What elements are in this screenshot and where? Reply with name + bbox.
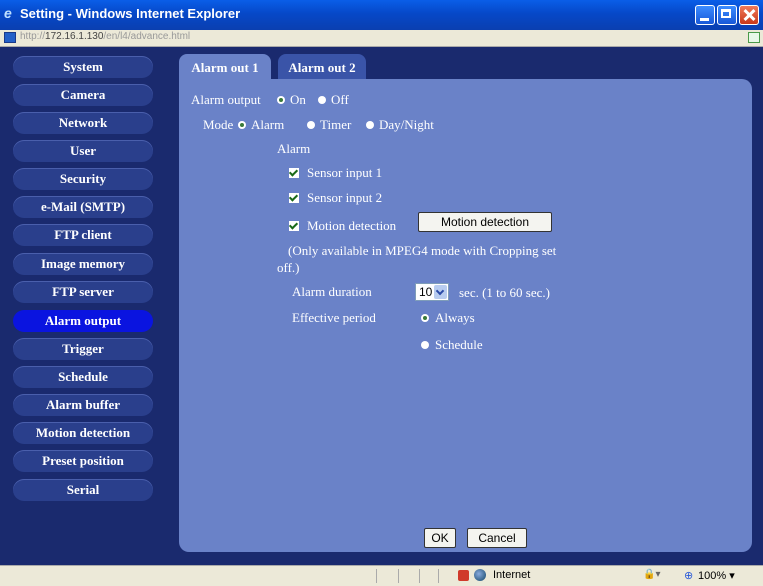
note-line-1: (Only available in MPEG4 mode with Cropp… [288, 243, 557, 258]
sidebar-item-schedule[interactable]: Schedule [13, 366, 153, 388]
mode-alarm-radio[interactable] [238, 121, 246, 129]
effective-period-label: Effective period [292, 310, 376, 325]
window-title-bar: e Setting - Windows Internet Explorer [0, 0, 763, 30]
sensor-input-2-checkbox[interactable] [289, 193, 299, 203]
sidebar-item-ftp-client[interactable]: FTP client [13, 224, 153, 246]
sidebar-item-email[interactable]: e-Mail (SMTP) [13, 196, 153, 218]
security-icon[interactable]: 🔒▾ [643, 569, 660, 580]
period-always-label[interactable]: Always [435, 310, 475, 326]
cancel-button[interactable]: Cancel [467, 528, 527, 548]
period-schedule-label[interactable]: Schedule [435, 337, 483, 353]
url-host: 172.16.1.130 [45, 31, 104, 42]
status-divider [438, 569, 439, 583]
alarm-output-on-radio[interactable] [277, 96, 285, 104]
maximize-button[interactable] [717, 5, 737, 25]
security-zone[interactable]: Internet [493, 569, 530, 581]
alarm-output-on-label[interactable]: On [290, 92, 306, 108]
page-icon [4, 32, 16, 43]
status-divider [419, 569, 420, 583]
sidebar-item-serial[interactable]: Serial [13, 479, 153, 501]
alarm-duration-select[interactable]: 10 [415, 283, 449, 301]
feed-icon[interactable] [748, 32, 760, 43]
close-button[interactable] [739, 5, 759, 25]
minimize-button[interactable] [695, 5, 715, 25]
tab-alarm-out-1[interactable]: Alarm out 1 [179, 54, 271, 79]
tab-alarm-out-2[interactable]: Alarm out 2 [278, 54, 366, 79]
zoom-value: 100% [698, 570, 727, 582]
alarm-output-label: Alarm output [191, 92, 261, 107]
period-always-radio[interactable] [421, 314, 429, 322]
sensor-input-1-label[interactable]: Sensor input 1 [307, 165, 382, 181]
sensor-input-1-checkbox[interactable] [289, 168, 299, 178]
mode-daynight-radio[interactable] [366, 121, 374, 129]
zoom-level[interactable]: 100% ▾ [698, 569, 735, 582]
sidebar-item-system[interactable]: System [13, 56, 153, 78]
sidebar-item-alarm-buffer[interactable]: Alarm buffer [13, 394, 153, 416]
sensor-input-2-label[interactable]: Sensor input 2 [307, 190, 382, 206]
address-bar[interactable]: http://172.16.1.130/en/l4/advance.html [0, 30, 763, 47]
status-divider [376, 569, 377, 583]
sidebar-item-security[interactable]: Security [13, 168, 153, 190]
url-path: /en/l4/advance.html [103, 31, 191, 42]
period-schedule-radio[interactable] [421, 341, 429, 349]
settings-panel: Alarm output On Off Mode Alarm Timer Day… [179, 79, 752, 552]
sidebar-item-network[interactable]: Network [13, 112, 153, 134]
status-bar: Internet 🔒▾ ⊕ 100% ▾ [0, 565, 763, 586]
zoom-icon: ⊕ [684, 570, 694, 582]
sidebar-item-user[interactable]: User [13, 140, 153, 162]
url-prefix: http:// [20, 31, 46, 42]
sidebar-item-alarm-output[interactable]: Alarm output [13, 310, 153, 332]
ok-button[interactable]: OK [424, 528, 456, 548]
blocked-content-icon[interactable] [458, 570, 469, 581]
sidebar-item-preset-position[interactable]: Preset position [13, 450, 153, 472]
alarm-duration-value: 10 [419, 285, 433, 299]
page-bottom [0, 556, 763, 565]
alarm-section-label: Alarm [277, 141, 311, 156]
alarm-duration-unit: sec. (1 to 60 sec.) [459, 285, 550, 300]
note-line-2: off.) [277, 260, 300, 275]
sidebar-nav: System Camera Network User Security e-Ma… [0, 47, 170, 565]
alarm-duration-label: Alarm duration [292, 284, 372, 299]
ie-logo-icon: e [4, 5, 12, 21]
sidebar-item-trigger[interactable]: Trigger [13, 338, 153, 360]
address-url[interactable]: http://172.16.1.130/en/l4/advance.html [20, 31, 190, 42]
motion-detection-checkbox[interactable] [289, 221, 299, 231]
motion-detection-button[interactable]: Motion detection [418, 212, 552, 232]
mode-label: Mode [203, 117, 234, 132]
window-title: Setting - Windows Internet Explorer [20, 6, 241, 21]
motion-detection-label[interactable]: Motion detection [307, 218, 396, 234]
sidebar-item-ftp-server[interactable]: FTP server [13, 281, 153, 303]
sidebar-item-motion-detection[interactable]: Motion detection [13, 422, 153, 444]
globe-icon [474, 569, 486, 581]
mode-alarm-label[interactable]: Alarm [251, 117, 284, 133]
alarm-output-off-radio[interactable] [318, 96, 326, 104]
alarm-output-off-label[interactable]: Off [331, 92, 349, 108]
status-divider [398, 569, 399, 583]
mode-timer-radio[interactable] [307, 121, 315, 129]
mode-timer-label[interactable]: Timer [320, 117, 351, 133]
mode-daynight-label[interactable]: Day/Night [379, 117, 434, 133]
chevron-down-icon[interactable] [434, 285, 447, 299]
sidebar-item-image-memory[interactable]: Image memory [13, 253, 153, 275]
sidebar-item-camera[interactable]: Camera [13, 84, 153, 106]
